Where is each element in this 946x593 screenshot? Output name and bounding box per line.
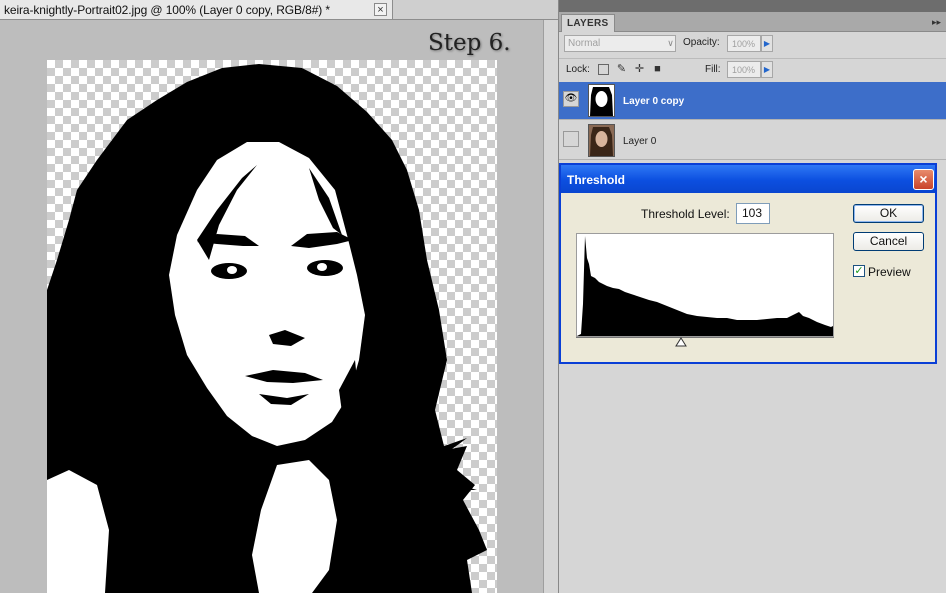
- opacity-label: Opacity:: [683, 37, 720, 48]
- chevron-down-icon: ∨: [667, 38, 674, 48]
- cancel-button[interactable]: Cancel: [853, 232, 924, 251]
- move-icon[interactable]: ✛: [634, 64, 645, 75]
- opacity-field[interactable]: 100%: [727, 35, 761, 52]
- blend-mode-select[interactable]: Normal ∨: [564, 35, 676, 52]
- fill-label: Fill:: [705, 64, 721, 75]
- lock-label: Lock:: [566, 64, 590, 75]
- blend-opacity-row: Normal ∨ Opacity: 100% ▶: [559, 32, 946, 56]
- lock-row: Lock: ✎ ✛ ■ Fill: 100% ▶: [559, 58, 946, 81]
- lock-icon[interactable]: ■: [652, 64, 663, 75]
- threshold-slider-thumb-icon[interactable]: [675, 337, 687, 347]
- close-icon[interactable]: ×: [913, 169, 934, 190]
- threshold-level-label: Threshold Level:: [641, 207, 730, 221]
- lock-transparent-icon[interactable]: [598, 64, 609, 75]
- layer-name: Layer 0 copy: [623, 96, 685, 107]
- layer-row-layer-0[interactable]: Layer 0: [559, 122, 946, 160]
- panel-tab-row: LAYERS ▸▸: [559, 12, 946, 32]
- document-area: keira-knightly-Portrait02.jpg @ 100% (La…: [0, 0, 558, 593]
- close-icon[interactable]: ×: [374, 3, 387, 16]
- threshold-portrait: [47, 64, 487, 593]
- document-tab[interactable]: keira-knightly-Portrait02.jpg @ 100% (La…: [0, 0, 393, 20]
- tab-strip: [393, 0, 558, 20]
- tab-layers[interactable]: LAYERS: [561, 14, 615, 32]
- fill-arrow-icon[interactable]: ▶: [761, 61, 773, 78]
- collapse-icon[interactable]: ▸▸: [932, 17, 941, 28]
- threshold-dialog: Threshold × Threshold Level: 103 OK Canc…: [559, 163, 937, 364]
- layer-name: Layer 0: [623, 136, 657, 147]
- opacity-arrow-icon[interactable]: ▶: [761, 35, 773, 52]
- visibility-toggle-icon[interactable]: [563, 131, 579, 147]
- dialog-title: Threshold: [567, 173, 626, 187]
- vertical-scrollbar[interactable]: [543, 20, 558, 593]
- layer-thumbnail: [588, 124, 615, 157]
- fill-field[interactable]: 100%: [727, 61, 761, 78]
- preview-label: Preview: [868, 265, 911, 279]
- brush-icon[interactable]: ✎: [616, 64, 627, 75]
- eye-icon[interactable]: 👁: [563, 91, 579, 107]
- dialog-titlebar[interactable]: Threshold ×: [561, 165, 935, 193]
- threshold-slider-track[interactable]: [576, 337, 834, 338]
- threshold-level-input[interactable]: 103: [736, 203, 770, 224]
- layer-thumbnail: [588, 84, 615, 117]
- step-caption: Step 6.: [428, 30, 511, 56]
- canvas-image[interactable]: [47, 60, 497, 593]
- document-tab-title: keira-knightly-Portrait02.jpg @ 100% (La…: [4, 3, 331, 17]
- histogram-graph: [577, 236, 833, 336]
- ok-button[interactable]: OK: [853, 204, 924, 223]
- preview-checkbox[interactable]: ✓: [853, 265, 865, 277]
- layer-row-layer-0-copy[interactable]: 👁 Layer 0 copy: [559, 82, 946, 120]
- blend-mode-value: Normal: [568, 38, 601, 49]
- histogram: [576, 233, 834, 337]
- panel-header-bar: [559, 0, 946, 12]
